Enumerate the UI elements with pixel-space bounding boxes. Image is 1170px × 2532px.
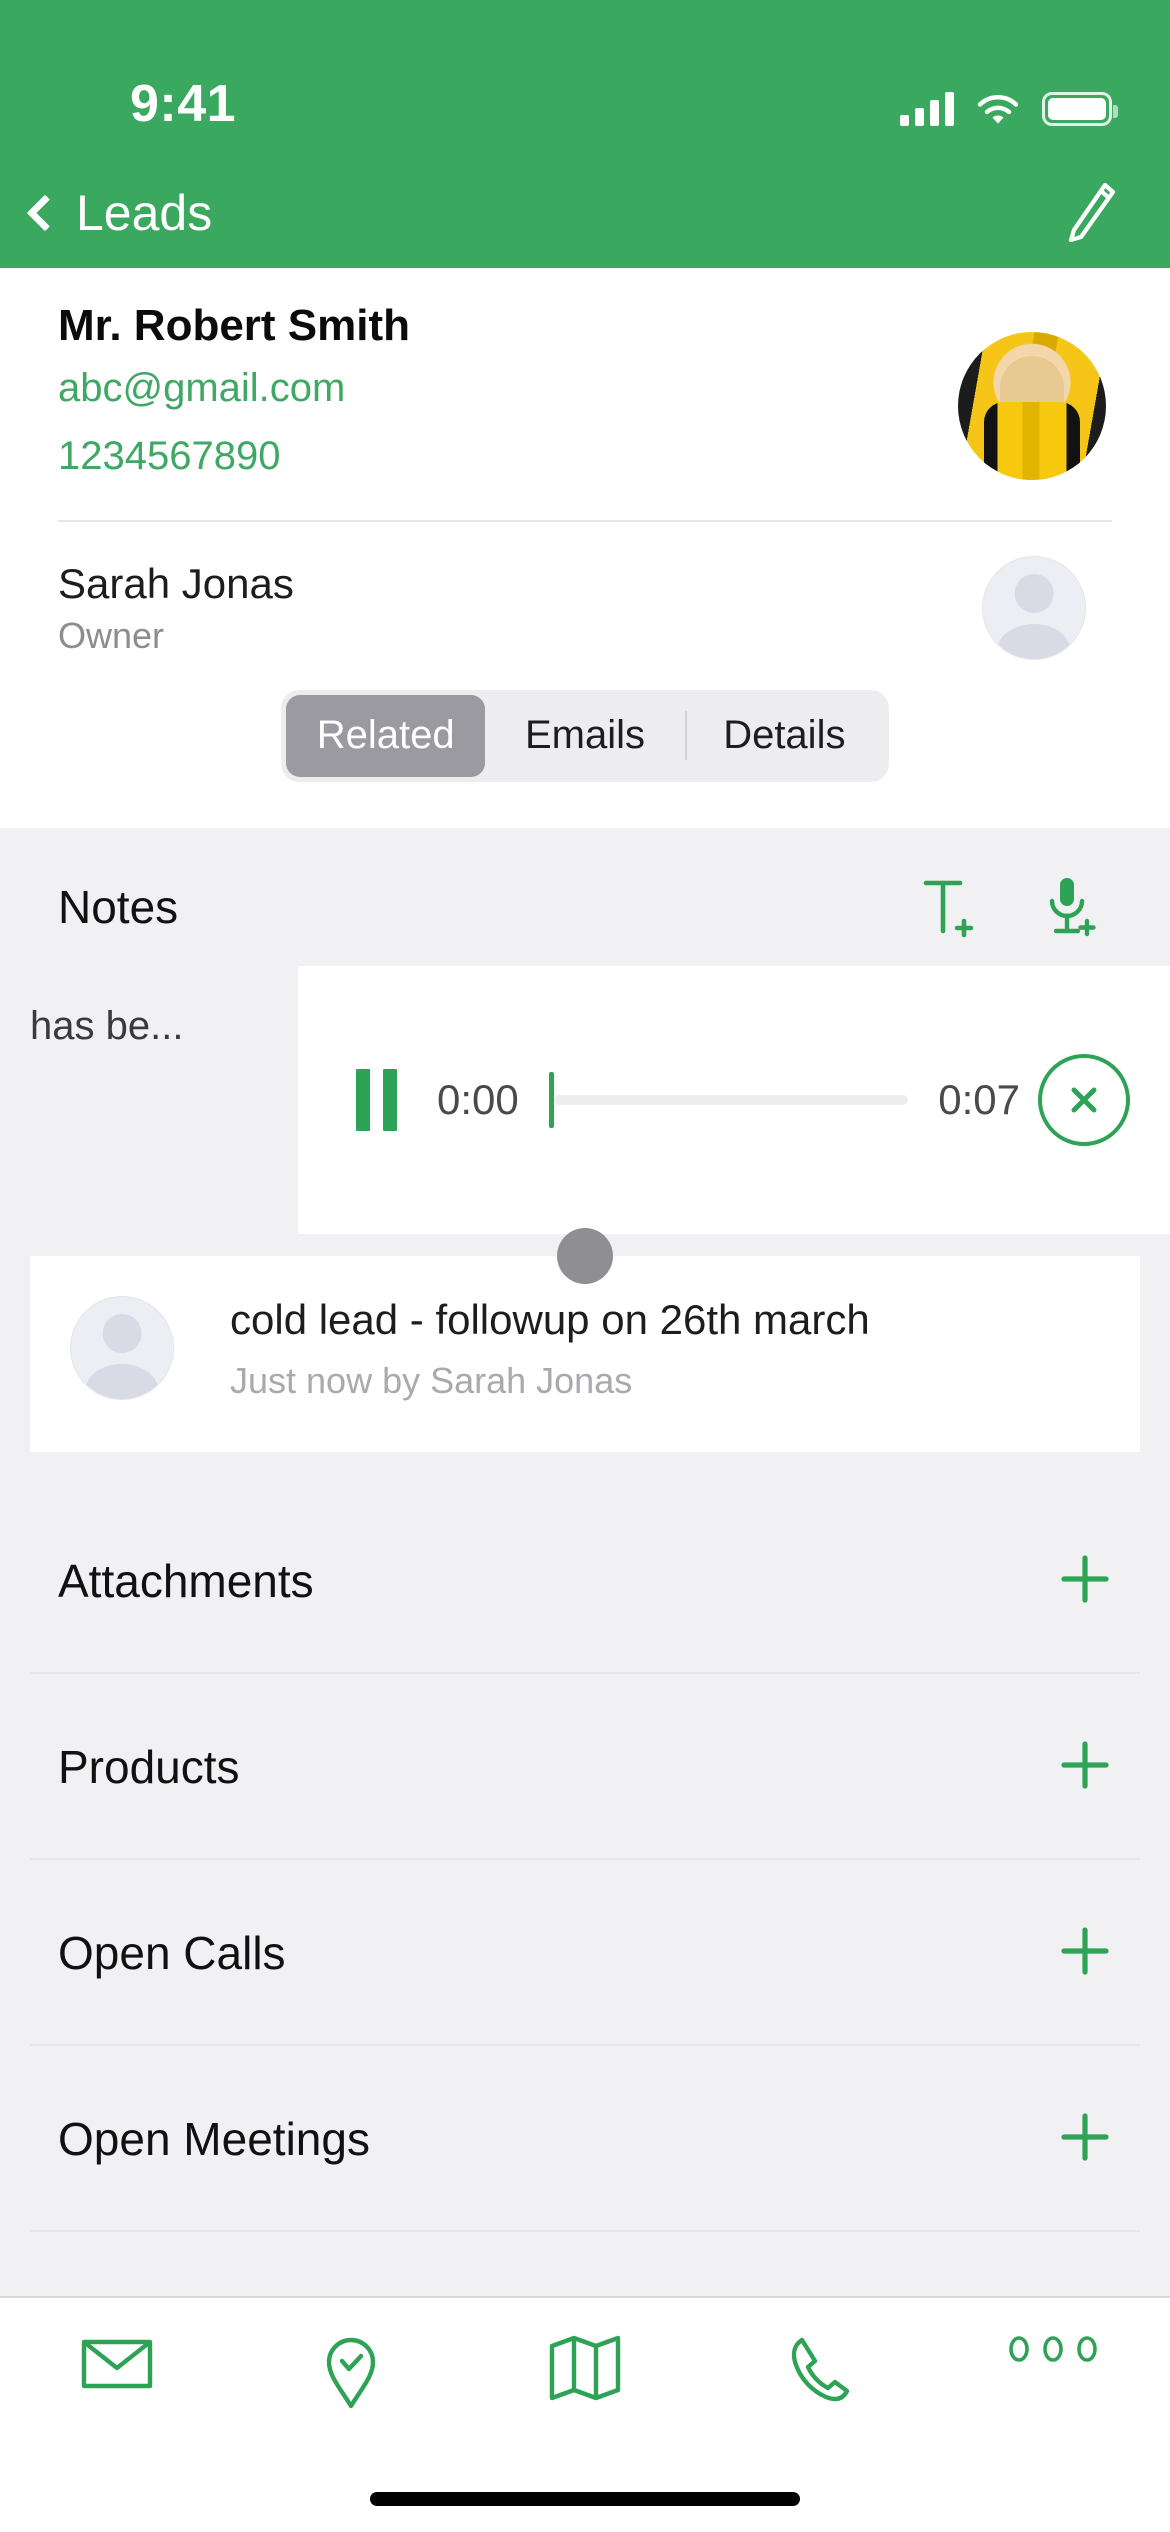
notes-header: Notes	[0, 828, 1170, 966]
add-attachment-button[interactable]	[1058, 1552, 1112, 1611]
chevron-left-icon	[26, 194, 64, 232]
add-product-button[interactable]	[1058, 1738, 1112, 1797]
drag-handle-icon[interactable]	[557, 1227, 613, 1284]
wifi-icon	[976, 92, 1020, 126]
related-content: Notes has be... 0:00 0:07 cold lead - fo…	[0, 827, 1170, 2503]
contact-photo-avatar[interactable]	[958, 332, 1106, 480]
tab-emails[interactable]: Emails	[485, 695, 684, 777]
owner-role: Owner	[58, 614, 165, 656]
note-author-avatar	[70, 1295, 174, 1400]
audio-player: 0:00 0:07	[298, 965, 1170, 1234]
tab-check-in[interactable]	[234, 2334, 468, 2410]
row-attachments[interactable]: Attachments	[0, 1488, 1170, 1675]
battery-icon	[1042, 92, 1118, 126]
row-label: Products	[58, 1741, 240, 1794]
owner-avatar[interactable]	[982, 555, 1086, 660]
tab-more[interactable]	[936, 2334, 1170, 2364]
audio-progress-bar	[553, 1094, 909, 1105]
notes-audio-stage: has be... 0:00 0:07	[0, 965, 1170, 1256]
check-in-pin-icon	[326, 2337, 376, 2409]
pencil-edit-icon	[1068, 182, 1116, 242]
add-text-note-icon[interactable]	[920, 874, 978, 940]
contact-phone[interactable]: 1234567890	[58, 423, 958, 490]
row-label: Open Meetings	[58, 2113, 370, 2166]
tab-related[interactable]: Related	[286, 694, 486, 777]
status-indicators	[900, 92, 1118, 130]
tab-phone[interactable]	[702, 2334, 936, 2406]
note-meta: Just now by Sarah Jonas	[230, 1360, 633, 1402]
tab-email[interactable]	[0, 2334, 234, 2394]
navigation-bar: Leads	[0, 158, 1170, 268]
owner-name: Sarah Jonas	[58, 560, 294, 608]
contact-email[interactable]: abc@gmail.com	[58, 355, 958, 422]
map-icon	[549, 2335, 621, 2401]
phone-icon	[791, 2337, 850, 2402]
plus-icon	[1061, 1555, 1109, 1603]
contact-name: Mr. Robert Smith	[58, 301, 411, 350]
audio-duration: 0:07	[938, 1075, 1020, 1123]
home-indicator	[370, 2492, 800, 2506]
row-open-calls[interactable]: Open Calls	[0, 1860, 1170, 2047]
cellular-signal-icon	[900, 92, 954, 126]
back-button[interactable]: Leads	[22, 184, 212, 242]
add-voice-note-icon[interactable]	[1042, 874, 1100, 940]
row-label: Open Calls	[58, 1927, 286, 1980]
tab-bar-segmented: Related Emails Details	[0, 689, 1170, 828]
owner-row[interactable]: Sarah Jonas Owner	[58, 522, 1112, 690]
status-time: 9:41	[130, 75, 237, 133]
close-circle-icon[interactable]	[1038, 1053, 1130, 1146]
edit-button[interactable]	[1060, 180, 1118, 247]
note-text: cold lead - followup on 26th march	[230, 1295, 870, 1343]
row-label: Attachments	[58, 1555, 314, 1608]
tab-map[interactable]	[468, 2334, 702, 2402]
more-icon	[1009, 2336, 1097, 2362]
add-open-meeting-button[interactable]	[1058, 2110, 1112, 2169]
status-bar: 9:41	[0, 0, 1170, 158]
plus-icon	[1061, 1927, 1109, 1975]
truncated-note-text: has be...	[30, 1003, 184, 1048]
app-screen: 9:41 Leads Mr. Robert Smith abc@gmail.co…	[0, 0, 1170, 2532]
bottom-tab-bar	[0, 2296, 1170, 2532]
contact-section: Mr. Robert Smith abc@gmail.com 123456789…	[0, 268, 1170, 690]
tab-details[interactable]: Details	[684, 695, 884, 777]
add-open-call-button[interactable]	[1058, 1924, 1112, 1983]
pause-icon[interactable]	[356, 1068, 397, 1131]
email-icon	[81, 2339, 153, 2389]
plus-icon	[1061, 1741, 1109, 1789]
notes-title: Notes	[58, 880, 179, 933]
row-products[interactable]: Products	[0, 1674, 1170, 1861]
note-item[interactable]: cold lead - followup on 26th march Just …	[30, 1227, 1140, 1453]
plus-icon	[1061, 2113, 1109, 2161]
nav-title: Leads	[76, 185, 213, 241]
audio-current-time: 0:00	[437, 1075, 519, 1123]
audio-progress-track[interactable]	[548, 1069, 909, 1131]
row-open-meetings[interactable]: Open Meetings	[0, 2046, 1170, 2233]
